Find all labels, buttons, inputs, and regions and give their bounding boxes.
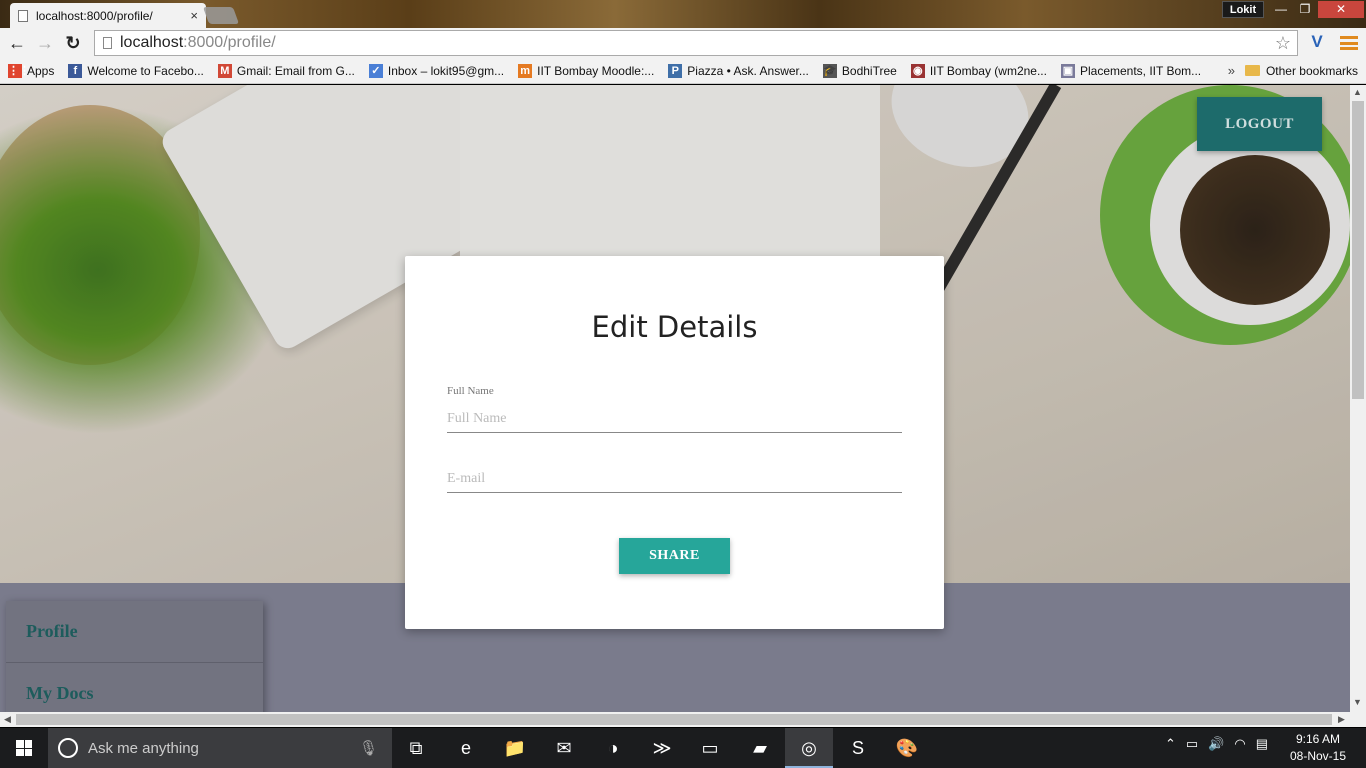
- bookmark-label: Apps: [27, 63, 55, 78]
- taskbar: Ask me anything 🎙 ⧉ e 📁 ✉ ◑ ≫ ▭ ▰ ◎ S 🎨 ⌃ ▭ 🔊 ◠ ▤ …: [0, 728, 1366, 768]
- address-path: :8000/profile/: [183, 34, 276, 51]
- other-bookmarks[interactable]: Other bookmarks: [1244, 63, 1358, 78]
- scroll-left-icon[interactable]: ◀: [4, 714, 11, 725]
- bookmark-label: IIT Bombay Moodle:...: [537, 63, 655, 78]
- menu-icon[interactable]: [1340, 34, 1358, 52]
- paint-icon[interactable]: 🎨: [895, 736, 919, 760]
- sublime-icon[interactable]: S: [846, 736, 870, 760]
- bookmark-label: BodhiTree: [841, 63, 897, 78]
- sidebar-item-my-docs[interactable]: My Docs: [6, 663, 263, 712]
- horizontal-scroll-thumb[interactable]: [16, 714, 1332, 725]
- piazza-icon: P: [668, 63, 683, 78]
- full-name-label: Full Name: [447, 385, 494, 397]
- edge-icon[interactable]: e: [454, 736, 478, 760]
- cmd-icon[interactable]: ▭: [698, 736, 722, 760]
- file-explorer-icon[interactable]: 📁: [503, 736, 527, 760]
- minimize-button[interactable]: —: [1270, 1, 1292, 18]
- bookmark-label: Placements, IIT Bom...: [1079, 63, 1202, 78]
- tab-close-icon[interactable]: ×: [190, 8, 198, 23]
- moodle-icon: m: [518, 63, 533, 78]
- iitb-icon: ◉: [910, 63, 925, 78]
- clock[interactable]: 9:16 AM 08-Nov-15: [1286, 731, 1350, 765]
- side-nav: Profile My Docs: [6, 601, 263, 712]
- windows-icon: [16, 740, 32, 756]
- bookmark-item[interactable]: M Gmail: Email from G...: [217, 63, 355, 78]
- bookmark-item[interactable]: ▣ Placements, IIT Bom...: [1060, 63, 1202, 78]
- bookmark-label: Inbox – lokit95@gm...: [387, 63, 505, 78]
- bookmarks-overflow-icon[interactable]: »: [1228, 63, 1235, 78]
- apps-grid-icon: ⋮⋮: [8, 63, 30, 78]
- search-placeholder: Ask me anything: [88, 739, 199, 757]
- vertical-scroll-thumb[interactable]: [1352, 101, 1364, 399]
- tab-title: localhost:8000/profile/: [36, 8, 153, 23]
- gmail-icon: M: [217, 63, 232, 78]
- maximize-button[interactable]: ❐: [1294, 1, 1316, 18]
- vertical-scrollbar[interactable]: ▲ ▼: [1350, 85, 1366, 712]
- logout-button[interactable]: LOGOUT: [1197, 97, 1322, 151]
- bookmark-item[interactable]: ◉ IIT Bombay (wm2ne...: [910, 63, 1047, 78]
- bookmark-item[interactable]: f Welcome to Facebo...: [68, 63, 204, 78]
- edit-details-card: Edit Details Full Name SHARE: [405, 256, 944, 629]
- scroll-down-icon[interactable]: ▼: [1353, 697, 1362, 707]
- address-host: localhost: [120, 34, 184, 51]
- photos-icon[interactable]: ◑: [601, 736, 625, 760]
- bookmark-label: IIT Bombay (wm2ne...: [929, 63, 1047, 78]
- cortana-icon: [58, 738, 78, 758]
- cortana-search[interactable]: Ask me anything 🎙: [48, 728, 392, 768]
- share-button[interactable]: SHARE: [619, 538, 730, 574]
- title-bar: localhost:8000/profile/ × Lokit — ❐ ✕: [0, 0, 1366, 28]
- page-icon: [103, 37, 112, 49]
- bookmark-label: Piazza • Ask. Answer...: [687, 63, 809, 78]
- wifi-icon[interactable]: ◠: [1234, 736, 1245, 752]
- reload-icon[interactable]: ↻: [62, 32, 84, 54]
- close-window-button[interactable]: ✕: [1318, 1, 1364, 18]
- folder-icon: [1244, 65, 1260, 76]
- microphone-icon[interactable]: 🎙: [359, 739, 378, 757]
- other-bookmarks-label: Other bookmarks: [1265, 63, 1358, 78]
- page-icon: [18, 9, 28, 22]
- task-view-icon[interactable]: ⧉: [404, 736, 428, 760]
- address-bar[interactable]: localhost:8000/profile/ ☆: [94, 30, 1298, 56]
- bookmark-label: Welcome to Facebo...: [87, 63, 204, 78]
- browser-tab[interactable]: localhost:8000/profile/ ×: [10, 3, 206, 28]
- page-viewport: LOGOUT Profile My Docs Edit Details Full …: [0, 85, 1350, 712]
- scroll-up-icon[interactable]: ▲: [1353, 87, 1362, 97]
- clock-date: 08-Nov-15: [1289, 749, 1347, 763]
- full-name-input[interactable]: [447, 405, 902, 433]
- battery-icon[interactable]: ▭: [1186, 736, 1198, 752]
- mail-icon[interactable]: ✉: [552, 736, 576, 760]
- scroll-right-icon[interactable]: ▶: [1338, 714, 1345, 725]
- email-input[interactable]: [447, 465, 902, 493]
- tray-expand-icon[interactable]: ⌃: [1165, 736, 1176, 752]
- inbox-icon: ✓: [368, 63, 383, 78]
- extension-shield-icon[interactable]: V: [1307, 32, 1327, 54]
- forward-icon[interactable]: →: [34, 32, 56, 54]
- bookmark-label: Gmail: Email from G...: [236, 63, 355, 78]
- facebook-icon: f: [68, 63, 83, 78]
- placements-icon: ▣: [1060, 63, 1075, 78]
- chrome-icon[interactable]: ◎: [797, 736, 821, 760]
- page-title: Edit Details: [591, 310, 758, 344]
- bookmark-item[interactable]: P Piazza • Ask. Answer...: [668, 63, 809, 78]
- folder-icon[interactable]: ▰: [748, 736, 772, 760]
- bookmark-star-icon[interactable]: ☆: [1275, 33, 1291, 54]
- bookmark-item[interactable]: m IIT Bombay Moodle:...: [518, 63, 655, 78]
- start-button[interactable]: [0, 728, 48, 768]
- clock-time: 9:16 AM: [1295, 732, 1341, 746]
- notifications-icon[interactable]: ▤: [1256, 736, 1268, 752]
- powershell-icon[interactable]: ≫: [650, 736, 674, 760]
- horizontal-scrollbar[interactable]: ◀ ▶: [0, 712, 1350, 727]
- system-tray: ⌃ ▭ 🔊 ◠ ▤: [1165, 736, 1268, 752]
- bookmarks-bar: ⋮⋮ Apps f Welcome to Facebo... M Gmail: Email…: [0, 58, 1366, 84]
- bodhitree-icon: 🎓: [822, 63, 837, 78]
- new-tab-button[interactable]: [202, 7, 240, 24]
- sidebar-item-profile[interactable]: Profile: [6, 601, 263, 663]
- browser-toolbar: ← → ↻ localhost:8000/profile/ ☆ V: [0, 28, 1366, 58]
- bookmark-item[interactable]: ⋮⋮ Apps: [8, 63, 55, 78]
- back-icon[interactable]: ←: [6, 32, 28, 54]
- bookmark-item[interactable]: 🎓 BodhiTree: [822, 63, 897, 78]
- bookmark-item[interactable]: ✓ Inbox – lokit95@gm...: [368, 63, 505, 78]
- profile-button[interactable]: Lokit: [1222, 1, 1264, 18]
- volume-icon[interactable]: 🔊: [1208, 736, 1224, 752]
